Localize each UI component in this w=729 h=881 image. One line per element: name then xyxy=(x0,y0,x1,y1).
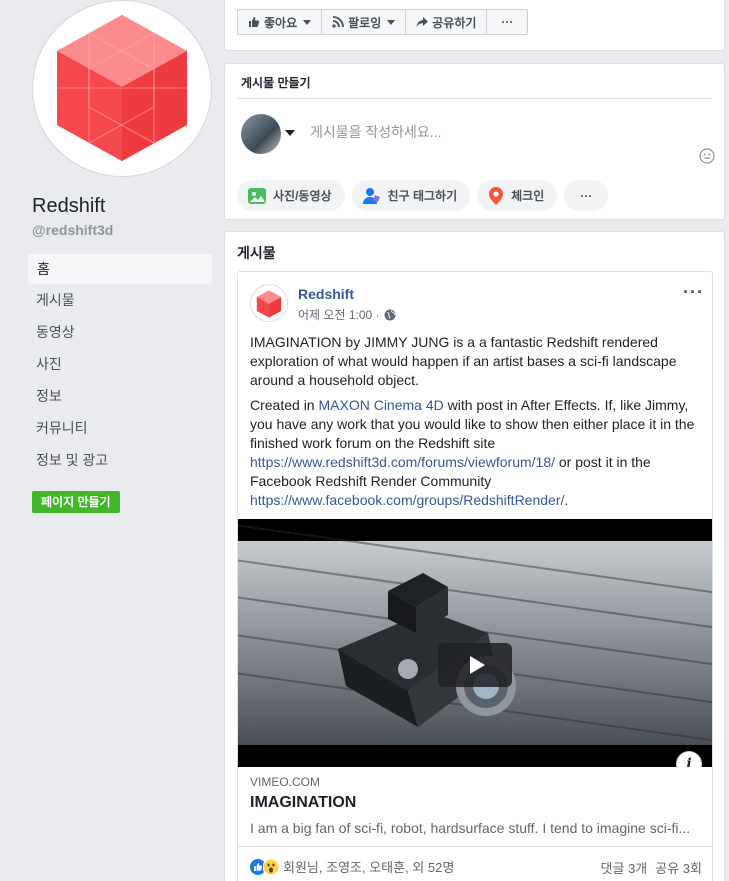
page-profile-picture[interactable] xyxy=(32,0,212,177)
chevron-down-icon xyxy=(303,19,312,25)
link-title[interactable]: IMAGINATION xyxy=(250,794,356,812)
link-domain[interactable]: VIMEO.COM xyxy=(250,775,320,789)
redshift-forum-link[interactable]: https://www.redshift3d.com/forums/viewfo… xyxy=(250,454,555,470)
location-pin-icon xyxy=(489,186,504,205)
like-label: 좋아요 xyxy=(264,15,298,30)
more-options-button[interactable]: ··· xyxy=(486,9,529,35)
photo-video-chip[interactable]: 사진/동영상 xyxy=(237,180,345,211)
divider xyxy=(237,98,712,99)
video-player[interactable]: i xyxy=(238,519,712,767)
follow-label: 팔로잉 xyxy=(348,15,382,30)
check-in-label: 체크인 xyxy=(511,189,545,203)
redshift-logo xyxy=(256,290,282,318)
post-text-segment: Created in xyxy=(250,397,319,413)
globe-icon xyxy=(384,309,396,320)
facebook-group-link[interactable]: https://www.facebook.com/groups/Redshift… xyxy=(250,492,564,508)
photo-icon xyxy=(248,187,266,204)
like-button[interactable]: 좋아요 xyxy=(237,9,323,35)
reactions-summary[interactable]: 회원님, 조영조, 오태훈, 외 52명 xyxy=(250,857,454,876)
check-in-chip[interactable]: 체크인 xyxy=(477,180,558,211)
maxon-link[interactable]: MAXON Cinema 4D xyxy=(318,397,443,413)
chevron-down-icon[interactable] xyxy=(285,130,295,136)
user-avatar[interactable] xyxy=(241,114,281,154)
emoji-icon[interactable] xyxy=(699,148,715,164)
create-page-button[interactable]: 페이지 만들기 xyxy=(32,491,120,513)
page-name[interactable]: Redshift xyxy=(32,195,105,218)
nav-item-community[interactable]: 커뮤니티 xyxy=(27,413,213,445)
follow-button[interactable]: 팔로잉 xyxy=(321,9,407,35)
nav-item-videos[interactable]: 동영상 xyxy=(27,317,213,349)
tag-friends-icon xyxy=(362,187,380,204)
post-footer: 회원님, 조영조, 오태훈, 외 52명 댓글 3개 공유 3회 xyxy=(238,846,712,881)
play-icon xyxy=(469,656,485,674)
wow-reaction-icon xyxy=(263,858,279,875)
post-author-name[interactable]: Redshift xyxy=(298,286,354,302)
play-button[interactable] xyxy=(438,643,512,687)
post-paragraph-2: Created in MAXON Cinema 4D with post in … xyxy=(250,396,704,510)
share-button[interactable]: 공유하기 xyxy=(405,9,488,35)
share-count[interactable]: 공유 3회 xyxy=(655,858,702,877)
post-options-button[interactable]: ··· xyxy=(683,282,704,303)
more-options-chip[interactable]: ··· xyxy=(564,180,609,211)
page-action-bar: 좋아요 팔로잉 공유하기 ··· xyxy=(224,0,725,51)
post-time-text: 어제 오전 1:00 · xyxy=(298,308,380,322)
page-handle[interactable]: @redshift3d xyxy=(32,222,113,238)
share-label: 공유하기 xyxy=(432,15,477,30)
comment-count[interactable]: 댓글 3개 xyxy=(601,858,648,877)
rss-icon xyxy=(332,16,345,28)
posts-heading: 게시물 xyxy=(237,245,276,261)
left-sidebar: Redshift @redshift3d 홈 게시물 동영상 사진 정보 커뮤니… xyxy=(0,0,222,881)
nav-item-about[interactable]: 정보 xyxy=(27,381,213,413)
post-text-segment: . xyxy=(564,492,569,508)
page-nav: 홈 게시물 동영상 사진 정보 커뮤니티 정보 및 광고 xyxy=(27,253,213,477)
photo-video-label: 사진/동영상 xyxy=(273,189,332,203)
nav-item-photos[interactable]: 사진 xyxy=(27,349,213,381)
redshift-logo xyxy=(57,15,187,161)
composer-title: 게시물 만들기 xyxy=(241,76,311,90)
thumbs-up-icon xyxy=(249,17,260,27)
post-paragraph-1: IMAGINATION by JIMMY JUNG is a a fantast… xyxy=(250,334,677,388)
reactions-text[interactable]: 회원님, 조영조, 오태훈, 외 52명 xyxy=(283,857,454,876)
post-card: Redshift 어제 오전 1:00 · ··· IMAGINATION by… xyxy=(237,271,713,881)
post-composer-input[interactable]: 게시물을 작성하세요... xyxy=(310,122,441,142)
nav-item-home[interactable]: 홈 xyxy=(27,253,213,285)
link-description[interactable]: I am a big fan of sci-fi, robot, hardsur… xyxy=(250,820,704,836)
info-icon[interactable]: i xyxy=(676,751,702,767)
tag-friends-chip[interactable]: 친구 태그하기 xyxy=(351,180,471,211)
post-author-avatar[interactable] xyxy=(250,284,288,322)
tag-friends-label: 친구 태그하기 xyxy=(387,189,458,203)
share-arrow-icon xyxy=(416,17,429,27)
nav-item-info-and-ads[interactable]: 정보 및 광고 xyxy=(27,445,213,477)
video-thumbnail[interactable] xyxy=(238,519,712,753)
nav-item-posts[interactable]: 게시물 xyxy=(27,285,213,317)
posts-panel: 게시물 Redshift 어제 오전 1:00 · ··· IMAGINATIO… xyxy=(224,231,725,881)
create-post-panel: 게시물 만들기 게시물을 작성하세요... 사진/동영상 친구 태그하기 체크인… xyxy=(224,63,725,220)
post-timestamp[interactable]: 어제 오전 1:00 · xyxy=(298,306,396,323)
chevron-down-icon xyxy=(387,19,396,25)
post-text: IMAGINATION by JIMMY JUNG is a a fantast… xyxy=(250,333,704,516)
